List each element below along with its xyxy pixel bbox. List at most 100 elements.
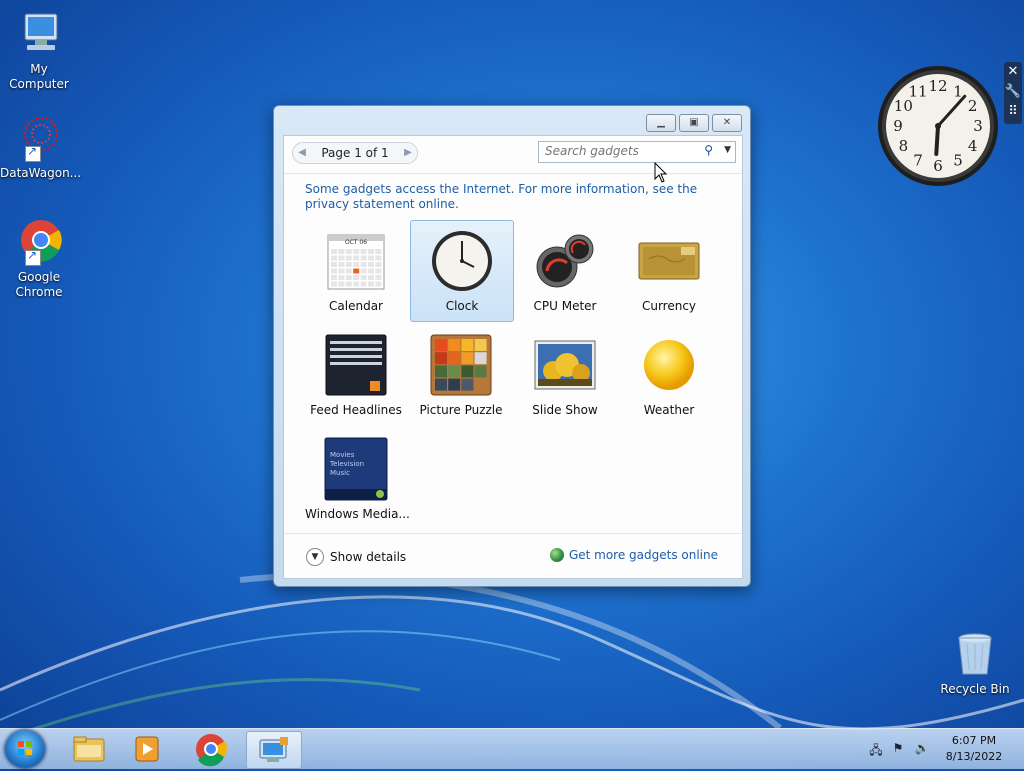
- clock-face-icon: 12 1234567891011: [878, 66, 998, 186]
- clock-numeral: 4: [968, 137, 978, 155]
- cpu-meter-icon: [533, 229, 597, 293]
- gallery-footer: ▼ Show details Get more gadgets online: [284, 533, 742, 578]
- drag-handle-icon[interactable]: ⠿: [1004, 102, 1022, 122]
- search-input[interactable]: [539, 142, 701, 160]
- page-indicator: Page 1 of 1: [321, 146, 389, 160]
- gadget-tile-clock[interactable]: Clock: [410, 220, 514, 322]
- clock-icon: [430, 229, 494, 293]
- gadget-name: Currency: [641, 299, 697, 313]
- slide-show-icon: [533, 333, 597, 397]
- gadget-toolbar: ✕ 🔧 ⠿: [1004, 62, 1022, 124]
- gadget-name: Slide Show: [532, 403, 598, 417]
- taskbar-media-player-button[interactable]: [120, 731, 174, 767]
- desktop-icon-google-chrome[interactable]: Google Chrome: [0, 218, 78, 300]
- picture-puzzle-icon: [429, 333, 493, 397]
- taskbar-explorer-button[interactable]: [62, 731, 116, 767]
- taskbar: 🖧 ⚑ 🔊 6:07 PM 8/13/2022: [0, 728, 1024, 769]
- media-menu-item: Television: [330, 460, 365, 468]
- recycle-bin-icon: [951, 630, 999, 678]
- shortcut-arrow-icon: [25, 248, 41, 266]
- taskbar-clock[interactable]: 6:07 PM 8/13/2022: [938, 733, 1010, 765]
- gadget-tile-weather[interactable]: Weather: [618, 325, 720, 425]
- currency-icon: [637, 229, 701, 293]
- get-more-gadgets-link[interactable]: Get more gadgets online: [549, 548, 718, 562]
- gadgets-icon: [259, 737, 288, 762]
- clock-numeral: 3: [973, 117, 983, 135]
- chevron-down-icon: ▼: [306, 548, 324, 566]
- chevron-down-icon[interactable]: ▼: [724, 145, 731, 155]
- hour-hand: [934, 124, 940, 156]
- show-details-label: Show details: [330, 550, 407, 564]
- close-icon[interactable]: ✕: [1004, 62, 1022, 82]
- gadget-tile-slide-show[interactable]: Slide Show: [514, 325, 616, 425]
- clock-numeral: 11: [908, 82, 927, 100]
- weather-sun-icon: [637, 333, 701, 397]
- gadget-name: Picture Puzzle: [419, 403, 503, 417]
- action-center-flag-icon[interactable]: ⚑: [890, 741, 906, 757]
- media-menu-item: Movies: [330, 451, 355, 459]
- clock-numeral: 12: [928, 77, 947, 95]
- datawagon-icon: [15, 114, 63, 162]
- start-button[interactable]: [5, 730, 45, 768]
- search-box: ⚲ ▼: [538, 141, 736, 163]
- gadget-name: Feed Headlines: [310, 403, 402, 417]
- clock-numeral: 7: [913, 152, 923, 170]
- gadget-tile-cpu-meter[interactable]: CPU Meter: [514, 221, 616, 321]
- mouse-cursor-icon: [654, 162, 668, 183]
- shortcut-arrow-icon: [25, 144, 41, 162]
- network-icon[interactable]: 🖧: [868, 741, 884, 757]
- media-player-icon: [135, 736, 159, 762]
- gadget-name: Clock: [445, 299, 479, 313]
- chrome-icon: [15, 218, 63, 266]
- volume-icon[interactable]: 🔊: [914, 741, 930, 757]
- gadget-name: CPU Meter: [533, 299, 597, 313]
- wrench-icon[interactable]: 🔧: [1004, 82, 1022, 102]
- clock-numeral: 5: [953, 152, 963, 170]
- gadget-tile-currency[interactable]: Currency: [618, 221, 720, 321]
- desktop-icon-my-computer[interactable]: My Computer: [0, 10, 78, 92]
- show-details-button[interactable]: ▼ Show details: [306, 548, 406, 566]
- gadget-tile-windows-media[interactable]: Movies Television Music Windows Media...: [305, 429, 410, 529]
- feed-headlines-icon: [324, 333, 388, 397]
- media-menu-item: Music: [330, 469, 350, 477]
- divider: [284, 173, 742, 174]
- get-more-gadgets-label: Get more gadgets online: [568, 548, 718, 562]
- clock-numeral: 6: [933, 157, 943, 175]
- gadgets-window: ▁ ▣ ✕ ◀ Page 1 of 1 ▶ ⚲ ▼ Some gadgets a…: [273, 105, 751, 587]
- taskbar-time: 6:07 PM: [951, 734, 997, 747]
- media-menu: Movies Television Music: [330, 451, 364, 478]
- search-icon[interactable]: ⚲: [704, 143, 713, 157]
- folder-icon: [73, 736, 105, 762]
- gadget-tile-calendar[interactable]: OCT 06 Calendar: [305, 221, 407, 321]
- desktop-icon-label: Recycle Bin: [940, 682, 1010, 696]
- computer-icon: [15, 10, 63, 58]
- clock-numeral: 2: [968, 97, 978, 115]
- gadget-gallery: ◀ Page 1 of 1 ▶ ⚲ ▼ Some gadgets access …: [283, 135, 743, 579]
- taskbar-gadgets-button[interactable]: [246, 731, 302, 769]
- calendar-icon: OCT 06: [324, 229, 388, 293]
- close-button[interactable]: ✕: [712, 114, 742, 132]
- gadget-name: Weather: [643, 403, 695, 417]
- desktop-icon-label: Google Chrome: [15, 270, 63, 299]
- pager: ◀ Page 1 of 1 ▶: [292, 142, 418, 164]
- desktop-icon-recycle-bin[interactable]: Recycle Bin: [936, 630, 1014, 697]
- gadget-tile-feed-headlines[interactable]: Feed Headlines: [305, 325, 407, 425]
- clock-numeral: 1: [953, 82, 963, 100]
- gadget-name: Calendar: [329, 299, 383, 313]
- prev-page-button[interactable]: ◀: [293, 144, 311, 162]
- globe-icon: [549, 548, 564, 562]
- maximize-button[interactable]: ▣: [679, 114, 709, 132]
- chrome-icon: [196, 734, 227, 767]
- desktop-icon-datawagon[interactable]: DataWagon...: [0, 114, 82, 181]
- desktop-icon-label: My Computer: [9, 62, 69, 91]
- next-page-button[interactable]: ▶: [399, 144, 417, 162]
- desktop-icon-label: DataWagon...: [0, 166, 82, 180]
- clock-numeral: 8: [899, 137, 909, 155]
- privacy-notice-link[interactable]: Some gadgets access the Internet. For mo…: [305, 182, 715, 212]
- minimize-button[interactable]: ▁: [646, 114, 676, 132]
- gadget-tile-picture-puzzle[interactable]: Picture Puzzle: [410, 325, 512, 425]
- taskbar-chrome-button[interactable]: [184, 731, 238, 767]
- desktop-clock-gadget[interactable]: 12 1 2 3 4 5 6 7 8 9 10 11: [876, 64, 1000, 188]
- window-controls: ▁ ▣ ✕: [646, 114, 742, 132]
- windows-media-center-icon: Movies Television Music: [324, 437, 388, 501]
